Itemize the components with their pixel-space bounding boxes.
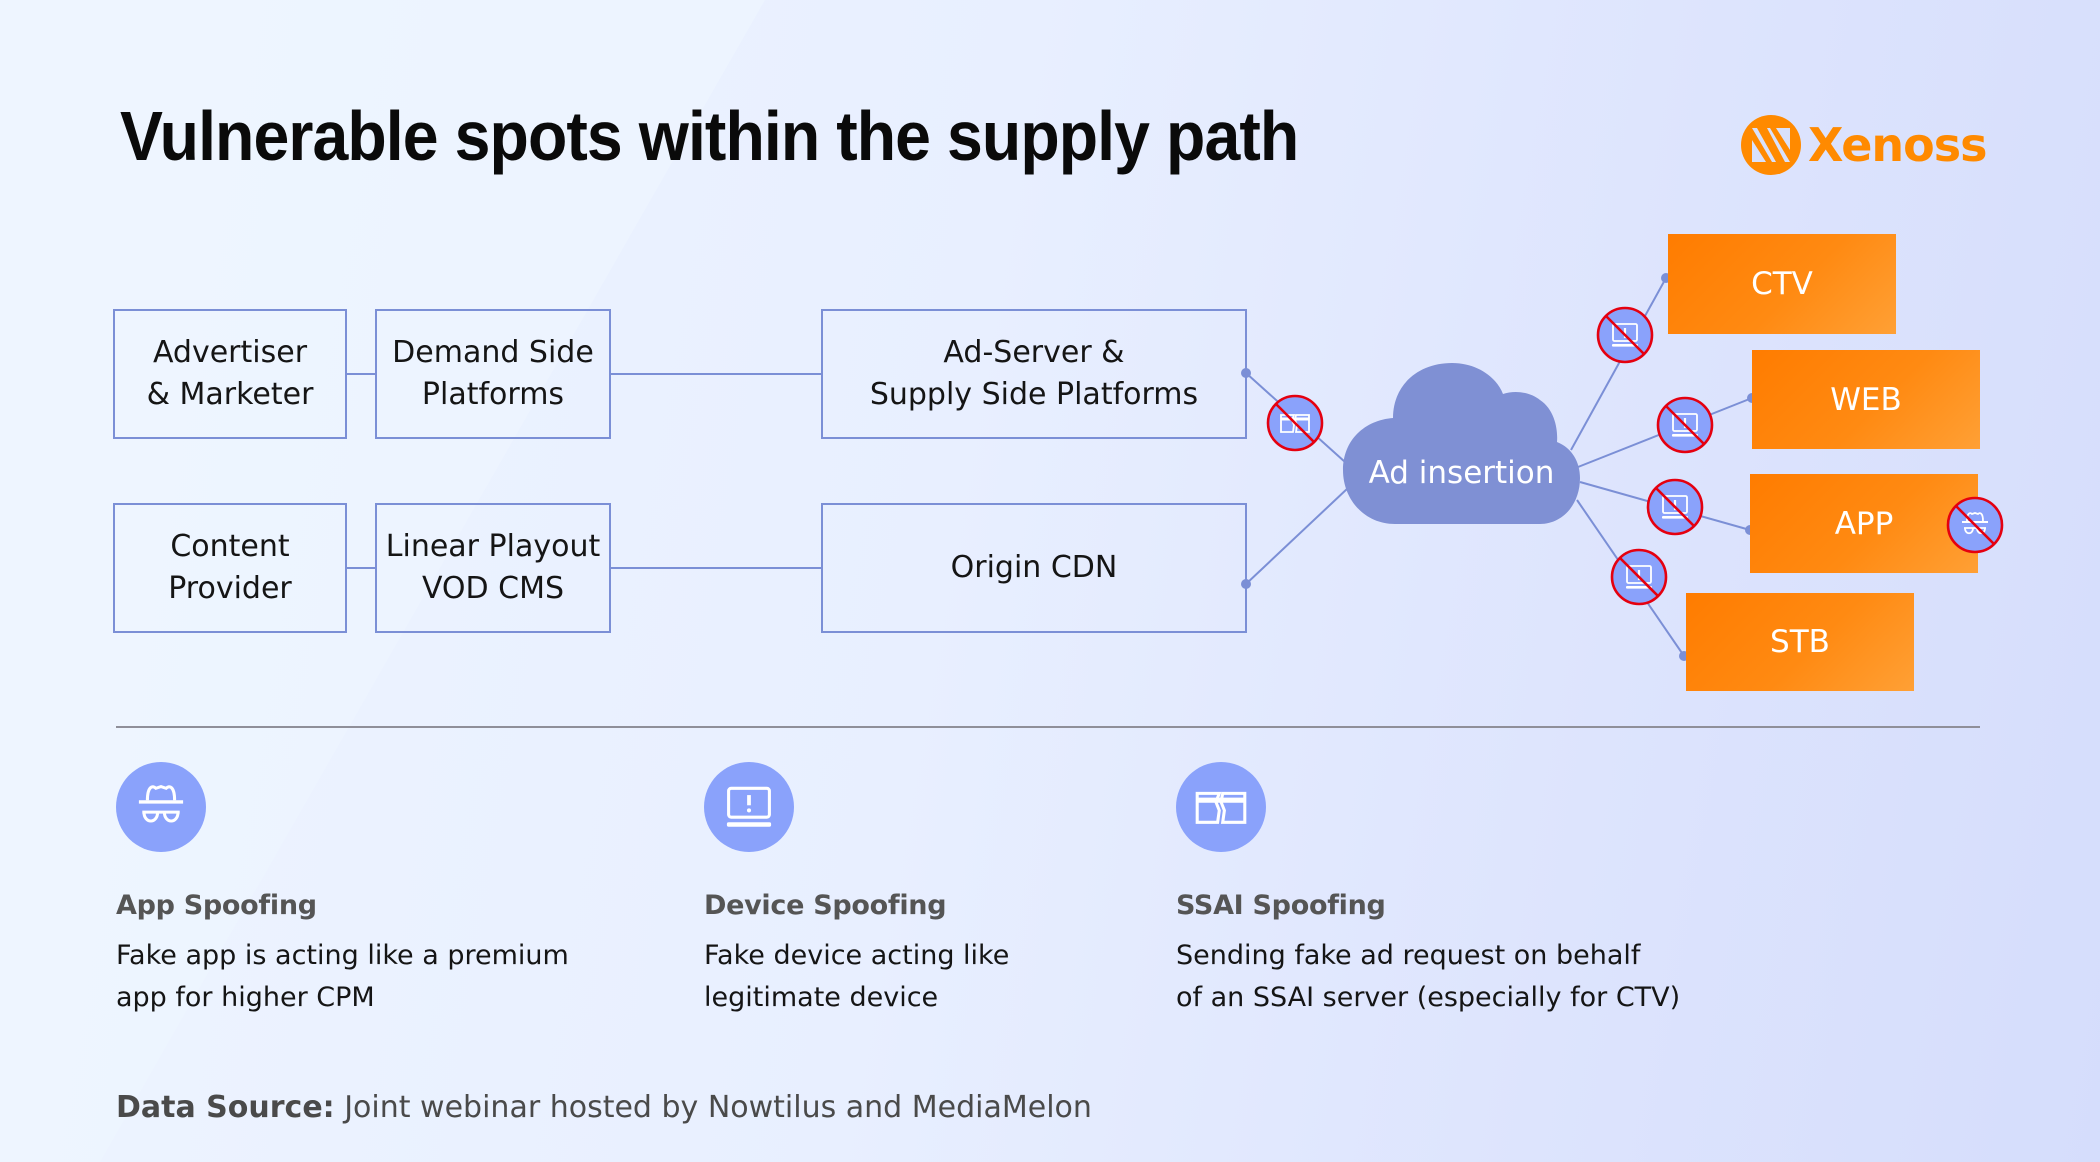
device-spoofing-blocked-icon [1610, 548, 1668, 606]
feature-description: Fake app is acting like a premium app fo… [116, 940, 569, 1013]
laptop-alert-icon [704, 762, 794, 852]
feature-description: Sending fake ad request on behalf of an … [1176, 940, 1681, 1013]
device-spoofing-blocked-icon [1656, 396, 1714, 454]
app-spoofing-blocked-icon [1946, 496, 2004, 554]
broken-card-icon [1176, 762, 1266, 852]
data-source-label: Data Source: [116, 1090, 335, 1125]
feature-ssai-spoofing: SSAI Spoofing Sending fake ad request on… [1176, 762, 1680, 1019]
ssai-spoofing-blocked-icon [1266, 394, 1324, 452]
feature-description: Fake device acting like legitimate devic… [704, 940, 1010, 1013]
data-source-text: Joint webinar hosted by Nowtilus and Med… [334, 1090, 1092, 1125]
device-spoofing-blocked-icon [1646, 478, 1704, 536]
feature-app-spoofing: App Spoofing Fake app is acting like a p… [116, 762, 569, 1019]
section-divider [116, 726, 1980, 728]
feature-title: Device Spoofing [704, 890, 947, 921]
device-spoofing-blocked-icon [1596, 306, 1654, 364]
data-source: Data Source: Joint webinar hosted by Now… [116, 1090, 1092, 1125]
spy-incognito-icon [116, 762, 206, 852]
feature-device-spoofing: Device Spoofing Fake device acting like … [704, 762, 1009, 1019]
feature-title: App Spoofing [116, 890, 317, 921]
feature-title: SSAI Spoofing [1176, 890, 1386, 921]
